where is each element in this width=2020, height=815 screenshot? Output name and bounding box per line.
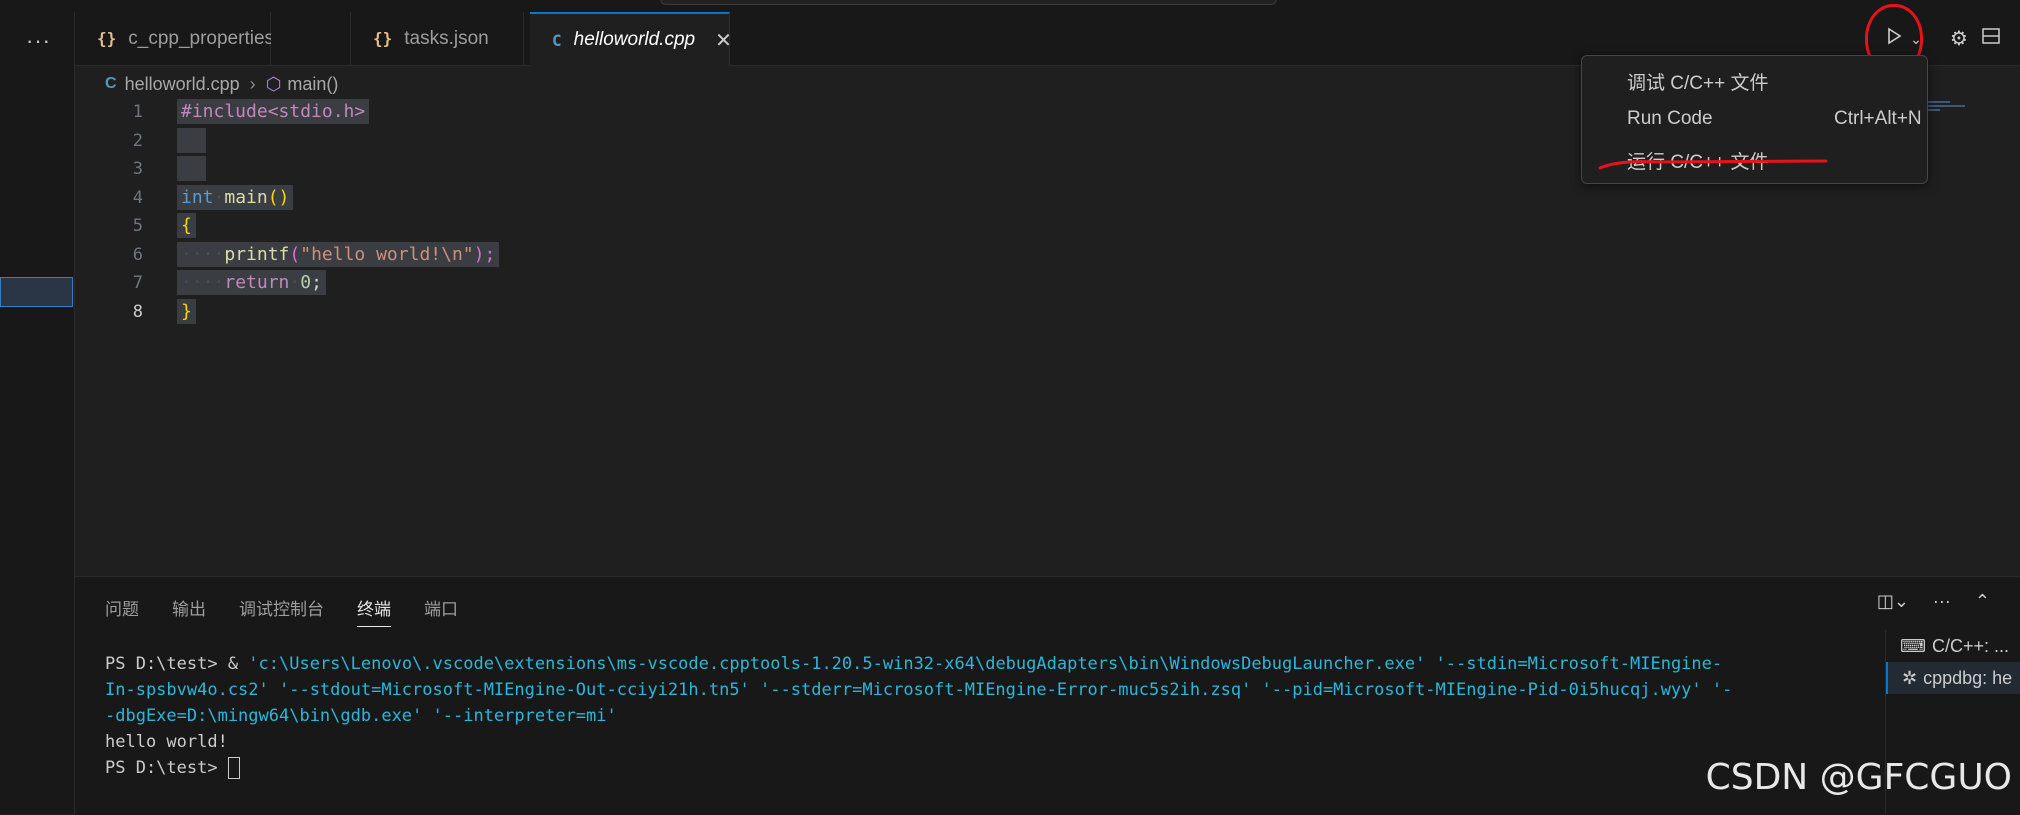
line-number-gutter: 1 2 3 4 5 6 7 8 bbox=[75, 98, 143, 326]
code-line bbox=[177, 127, 499, 156]
paren: ( bbox=[289, 243, 301, 265]
more-icon[interactable]: ··· bbox=[26, 28, 51, 54]
terminal-prompt: PS D:\test> bbox=[105, 758, 228, 778]
explorer-selected-item[interactable] bbox=[0, 277, 73, 307]
open-brace: { bbox=[177, 213, 196, 238]
command-center[interactable] bbox=[660, 0, 1277, 5]
terminal-icon: ⌨ bbox=[1900, 636, 1926, 656]
line-number: 4 bbox=[132, 187, 143, 208]
line-number: 5 bbox=[132, 216, 143, 236]
code-line: #include<stdio.h> bbox=[177, 98, 499, 127]
code-line: ····return·0; bbox=[177, 269, 499, 298]
menu-item-shortcut: Ctrl+Alt+N bbox=[1834, 108, 1922, 129]
cpp-file-icon: C bbox=[105, 75, 117, 92]
tab-helloworld-cpp[interactable]: C helloworld.cpp ✕ bbox=[530, 12, 732, 66]
terminal-item-label: C/C++: ... bbox=[1931, 636, 2010, 656]
tab-label: tasks.json bbox=[404, 27, 489, 49]
line-number: 3 bbox=[132, 159, 143, 179]
terminal-item-label: cppdbg: he bbox=[1923, 668, 2013, 688]
chevron-right-icon: › bbox=[249, 73, 256, 94]
code-line: int·main() bbox=[177, 184, 499, 213]
menu-item-label: Run Code bbox=[1627, 108, 1713, 129]
menu-item-label: 调试 C/C++ 文件 bbox=[1627, 73, 1769, 94]
tab-ports[interactable]: 端口 bbox=[424, 595, 458, 627]
program-output: hello world! bbox=[105, 732, 228, 752]
menu-item-run-code[interactable]: Run Code Ctrl+Alt+N bbox=[1627, 108, 1927, 138]
code-line bbox=[177, 155, 499, 184]
breadcrumb: C helloworld.cpp › ⬡ main() bbox=[105, 70, 338, 98]
chevron-up-icon[interactable]: ⌃ bbox=[1975, 591, 1990, 612]
panel-actions: ◫⌄ ··· ⌃ bbox=[1853, 591, 1990, 612]
paren: ); bbox=[473, 243, 496, 265]
paren: () bbox=[267, 186, 290, 208]
code-line: { bbox=[177, 212, 499, 241]
code-line: ····printf("hello world!\n"); bbox=[177, 241, 500, 270]
cpp-file-icon: C bbox=[552, 30, 562, 50]
more-icon[interactable]: ··· bbox=[1933, 591, 1951, 612]
watermark: CSDN @GFCGUO bbox=[1705, 757, 2012, 798]
json-icon: {} bbox=[373, 29, 393, 48]
activity-bar: ··· bbox=[0, 12, 75, 814]
line-number: 8 bbox=[132, 301, 143, 322]
function-name: main bbox=[224, 186, 268, 208]
tab-terminal[interactable]: 终端 bbox=[357, 595, 391, 627]
terminal-cursor bbox=[227, 757, 240, 779]
terminal-line: PS D:\test> bbox=[105, 755, 1905, 781]
debug-icon: ✲ bbox=[1902, 668, 1918, 688]
close-brace: } bbox=[177, 298, 196, 324]
terminal-output[interactable]: PS D:\test> & 'c:\Users\Lenovo\.vscode\e… bbox=[105, 651, 1905, 781]
json-icon: {} bbox=[97, 29, 117, 48]
code-line: } bbox=[177, 298, 499, 327]
tab-output[interactable]: 输出 bbox=[172, 595, 206, 627]
function-call: printf bbox=[224, 243, 290, 265]
annotation-underline bbox=[1598, 159, 1828, 170]
tab-problems[interactable]: 问题 bbox=[105, 595, 139, 627]
split-editor-icon[interactable] bbox=[1978, 26, 2004, 52]
return-keyword: return bbox=[224, 272, 290, 293]
line-number: 1 bbox=[132, 102, 143, 122]
terminal-line: PS D:\test> & 'c:\Users\Lenovo\.vscode\e… bbox=[105, 651, 1905, 677]
tab-label: helloworld.cpp bbox=[573, 29, 696, 50]
terminal-prompt: PS D:\test> & bbox=[105, 654, 249, 674]
code-lines: #include<stdio.h> int·main() { ····print… bbox=[177, 98, 500, 327]
semicolon: ; bbox=[311, 272, 322, 293]
panel-tabs: 问题 输出 调试控制台 终端 端口 bbox=[105, 595, 491, 627]
blank-selection bbox=[177, 156, 206, 181]
blank-selection bbox=[177, 127, 206, 153]
close-icon[interactable]: ✕ bbox=[715, 28, 732, 53]
tab-tasks-json[interactable]: {} tasks.json bbox=[350, 12, 524, 65]
breadcrumb-symbol[interactable]: main() bbox=[287, 74, 338, 95]
line-number: 7 bbox=[132, 273, 143, 293]
terminal-command: 'c:\Users\Lenovo\.vscode\extensions\ms-v… bbox=[248, 654, 1723, 674]
gear-icon[interactable]: ⚙ bbox=[1946, 26, 1972, 52]
include-directive: #include<stdio.h> bbox=[177, 99, 370, 124]
number-literal: 0 bbox=[300, 272, 312, 293]
breadcrumb-file[interactable]: helloworld.cpp bbox=[125, 74, 240, 95]
title-bar bbox=[0, 0, 2020, 12]
string-literal: "hello world!\n" bbox=[300, 243, 474, 265]
terminal-item[interactable]: ✲ cppdbg: he bbox=[1886, 662, 2020, 694]
tab-debug-console[interactable]: 调试控制台 bbox=[239, 595, 324, 627]
terminal-line: -dbgExe=D:\mingw64\bin\gdb.exe' '--inter… bbox=[105, 706, 617, 726]
line-number: 6 bbox=[132, 244, 143, 265]
symbol-method-icon: ⬡ bbox=[265, 73, 282, 94]
line-number: 2 bbox=[132, 130, 143, 151]
terminal-item[interactable]: ⌨ C/C++: ... bbox=[1886, 630, 2020, 662]
split-terminal-icon[interactable]: ◫⌄ bbox=[1877, 591, 1909, 612]
terminal-line: In-spsbvw4o.cs2' '--stdout=Microsoft-MIE… bbox=[105, 680, 1733, 700]
type-keyword: int bbox=[181, 186, 214, 208]
tab-c-cpp-properties[interactable]: {} c_cpp_properties.json bbox=[75, 12, 314, 65]
